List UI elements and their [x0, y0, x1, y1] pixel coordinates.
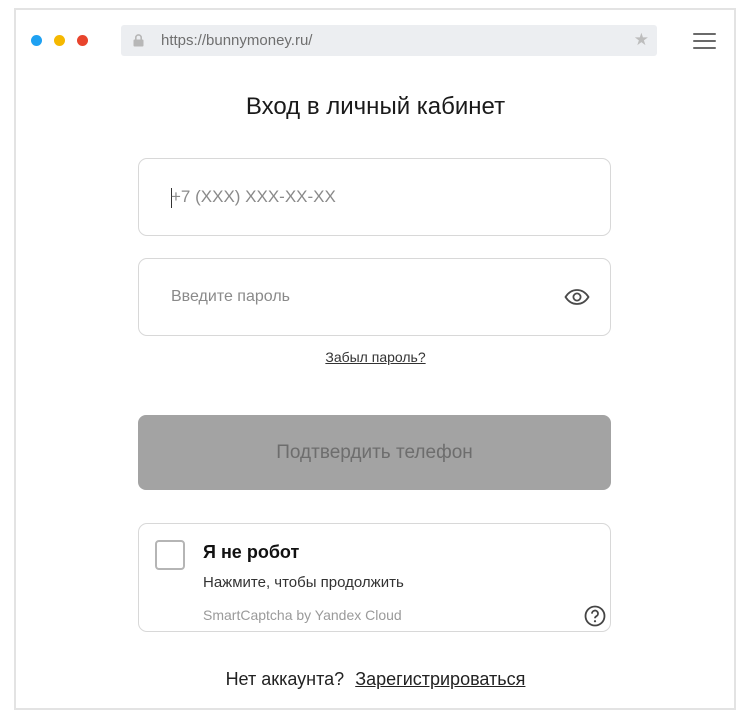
- no-account-text: Нет аккаунта?: [225, 669, 345, 689]
- lock-icon: [133, 34, 144, 47]
- url-text: https://bunnymoney.ru/: [161, 32, 313, 49]
- register-link[interactable]: Зарегистрироваться: [355, 669, 525, 689]
- window-dot-red: [77, 35, 88, 46]
- captcha-title: Я не робот: [203, 542, 300, 562]
- captcha-subtitle: Нажмите, чтобы продолжить: [203, 574, 404, 591]
- help-icon[interactable]: [584, 605, 606, 627]
- forgot-password-row: Забыл пароль?: [0, 349, 751, 367]
- password-input[interactable]: [171, 286, 531, 308]
- window-dot-blue: [31, 35, 42, 46]
- page-title: Вход в личный кабинет: [245, 93, 506, 120]
- address-bar[interactable]: https://bunnymoney.ru/ ★: [121, 25, 657, 56]
- footer-register: Нет аккаунта? Зарегистрироваться: [0, 669, 751, 690]
- phone-field[interactable]: [138, 158, 611, 236]
- window-dot-yellow: [54, 35, 65, 46]
- smartcaptcha-widget: Я не робот Нажмите, чтобы продолжить Sma…: [138, 523, 611, 632]
- phone-input[interactable]: [171, 186, 531, 208]
- eye-icon[interactable]: [564, 289, 590, 305]
- hamburger-menu-icon[interactable]: [693, 33, 716, 49]
- star-icon[interactable]: ★: [634, 30, 649, 50]
- captcha-brand: SmartCaptcha by Yandex Cloud: [203, 607, 402, 623]
- not-robot-checkbox[interactable]: [155, 540, 185, 570]
- password-field[interactable]: [138, 258, 611, 336]
- confirm-phone-button[interactable]: Подтвердить телефон: [138, 415, 611, 490]
- forgot-password-link[interactable]: Забыл пароль?: [325, 349, 425, 365]
